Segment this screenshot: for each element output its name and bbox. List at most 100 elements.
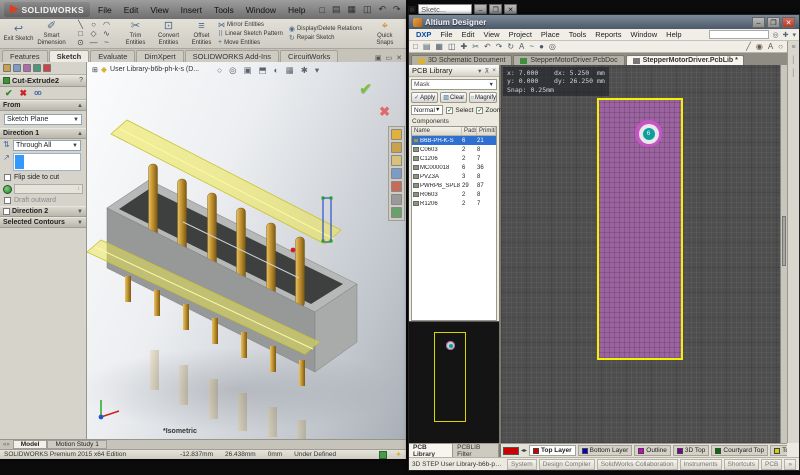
close-doc-icon[interactable]: ✕ [396, 54, 402, 62]
draft-outward-checkbox[interactable]: Draft outward [0, 195, 86, 206]
view-tool-icon[interactable]: ◎ [229, 65, 236, 76]
task-pane-icon[interactable] [391, 181, 402, 192]
quick-tool-icon[interactable]: ◫ [363, 4, 372, 15]
section-direction2[interactable]: Direction 2▼ [0, 206, 86, 217]
task-pane-icon[interactable] [391, 168, 402, 179]
toolbar-icon[interactable]: ◎ [549, 42, 556, 51]
restore-button[interactable]: ❐ [767, 17, 780, 28]
minimize-button[interactable]: – [752, 17, 765, 28]
tab-pcblib-filter[interactable]: PCBLIB Filter [453, 444, 499, 457]
tab-sketch[interactable]: Sketch [49, 50, 90, 62]
mask-dropdown[interactable]: Mask▼ [411, 79, 497, 90]
tab-dimxpert[interactable]: DimXpert [136, 50, 183, 62]
sketch-tool-icon[interactable]: ~ [100, 38, 113, 47]
toolbar-button[interactable]: ✐Smart Dimension [35, 21, 68, 46]
toolbar-button[interactable]: ◉Display/Delete Relations [289, 25, 362, 33]
draw-tool-icon[interactable]: ╱ [746, 42, 751, 51]
quick-tool-icon[interactable]: □ [320, 5, 325, 15]
panel-button[interactable]: ▨Clear [440, 92, 467, 103]
status-bar-button[interactable]: Shortcuts [724, 459, 759, 470]
select-checkbox[interactable]: ✓Select [446, 107, 473, 114]
toolbar-button[interactable]: ⋈Mirror Entities [218, 21, 283, 29]
menu-item[interactable]: File [92, 3, 118, 17]
help-flag-icon[interactable]: ✦ [395, 450, 402, 459]
quick-tool-icon[interactable]: ▤ [332, 4, 341, 15]
grid-status-icon[interactable] [379, 451, 387, 459]
view-tool-icon[interactable]: ▾ [315, 65, 319, 76]
tree-tab-icon[interactable] [3, 64, 11, 72]
close-button[interactable]: ✕ [782, 17, 795, 28]
tree-tab-icon[interactable] [23, 64, 31, 72]
sketch-tool-icon[interactable]: ∿ [100, 29, 113, 38]
status-bar-button[interactable]: SolidWorks Collaboration [597, 459, 678, 470]
doc-tab-pcbdoc[interactable]: StepperMotorDriver.PcbDoc [513, 55, 624, 65]
menu-item[interactable]: Tools [208, 3, 240, 17]
menu-dxp[interactable]: DXP [412, 29, 435, 40]
sketch-tool-icon[interactable]: ◠ [100, 20, 113, 29]
menu-place[interactable]: Place [537, 29, 564, 40]
toolbar-button[interactable]: ↻Repair Sketch [289, 34, 362, 42]
component-row[interactable]: PWRPB_SPL8 29 87 [412, 181, 496, 190]
global-search-input[interactable] [709, 30, 769, 39]
status-bar-button[interactable]: » [784, 459, 796, 470]
layer-tab[interactable]: Bottom Layer [578, 445, 633, 456]
pcb-editor-canvas[interactable]: x: 7.000 dx: 5.250 mm y: 0.000 dy: 26.25… [501, 65, 787, 443]
status-bar-button[interactable]: Instruments [680, 459, 722, 470]
tab-scroll-icons[interactable]: «» [0, 442, 13, 448]
toolbar-icon[interactable]: □ [413, 42, 418, 51]
tree-toggle-icon[interactable]: ⊞ [92, 66, 98, 74]
view-tool-icon[interactable]: ✱ [301, 65, 308, 76]
status-bar-button[interactable]: System [507, 459, 537, 470]
layer-scroll-icons[interactable]: ◂▸ [521, 447, 527, 454]
toolbar-icon[interactable]: A [519, 42, 524, 51]
panel-button[interactable]: ✓Apply [411, 92, 438, 103]
tab-circuitworks[interactable]: CircuitWorks [280, 50, 338, 62]
draw-tool-icon[interactable]: ○ [778, 42, 783, 51]
nav-forward-icon[interactable]: ▾ [792, 31, 796, 39]
menu-help[interactable]: Help [662, 29, 685, 40]
toolbar-icon[interactable]: ~ [529, 42, 534, 51]
tab-features[interactable]: Features [2, 50, 48, 62]
toolbar-button[interactable]: ⠿Linear Sketch Pattern [218, 30, 283, 38]
draw-tool-icon[interactable]: ◉ [756, 42, 763, 51]
layer-tab[interactable]: Top Layer [529, 445, 576, 456]
depth-input[interactable] [13, 153, 81, 171]
tab-evaluate[interactable]: Evaluate [90, 50, 135, 62]
toolbar-icon[interactable]: ↻ [507, 42, 514, 51]
checkbox-icon[interactable] [3, 208, 10, 215]
task-pane-icon[interactable] [391, 129, 402, 140]
panel-list-icon[interactable]: ≡ [791, 44, 795, 51]
component-row[interactable]: MC000018 6 36 [412, 163, 496, 172]
scrollbar-thumb[interactable] [782, 216, 786, 266]
toolbar-icon[interactable]: ✂ [472, 42, 479, 51]
view-tool-icon[interactable]: ⬒ [259, 65, 267, 76]
toolbar-icon[interactable]: ↷ [496, 42, 503, 51]
pin-icon[interactable]: ⊼ [484, 67, 489, 75]
menu-tools[interactable]: Tools [565, 29, 591, 40]
tab-model[interactable]: Model [13, 440, 48, 449]
component-row[interactable]: C1206 2 7 [412, 154, 496, 163]
sketch-tool-icon[interactable]: □ [74, 29, 87, 38]
draft-icon[interactable] [3, 185, 12, 194]
tree-tab-icon[interactable] [13, 64, 21, 72]
pad[interactable]: 6 [635, 120, 662, 147]
zoom-checkbox[interactable]: ✓Zoom [476, 107, 502, 114]
menu-view[interactable]: View [479, 29, 503, 40]
component-row[interactable]: C0603 2 8 [412, 145, 496, 154]
toolbar-button[interactable]: ⊡Convert Entities [152, 21, 185, 46]
menu-item[interactable]: View [144, 3, 174, 17]
flip-side-checkbox[interactable]: Flip side to cut [0, 172, 86, 183]
tree-tab-icon[interactable] [43, 64, 51, 72]
toolbar-button[interactable]: ≡Offset Entities [185, 21, 218, 46]
end-condition-dropdown[interactable]: Through All▼ [13, 140, 81, 151]
sketch-tool-icon[interactable]: ○ [87, 20, 100, 29]
component-row[interactable]: R1206 2 7 [412, 199, 496, 208]
status-bar-button[interactable]: Design Compiler [539, 459, 595, 470]
toolbar-button[interactable]: ✂Trim Entities [119, 21, 152, 46]
cascade-icon[interactable]: ▣ [375, 54, 382, 62]
menu-project[interactable]: Project [505, 29, 536, 40]
menu-item[interactable]: Help [282, 3, 311, 17]
status-bar-button[interactable]: PCB [761, 459, 782, 470]
help-icon[interactable]: ? [79, 77, 83, 84]
component-row[interactable]: R0603 2 8 [412, 190, 496, 199]
